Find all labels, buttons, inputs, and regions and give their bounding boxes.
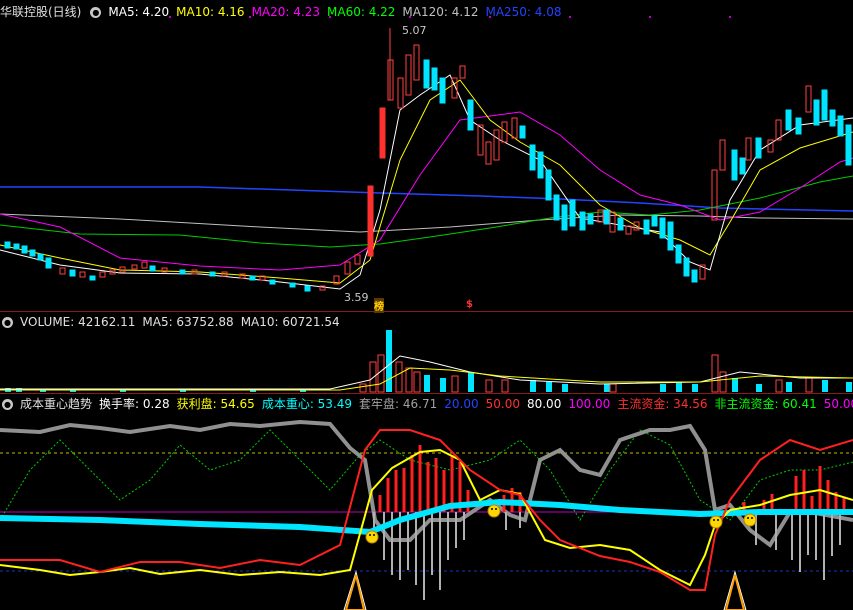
- indicator-label: 80.00: [526, 397, 562, 411]
- ma20-line: [0, 111, 853, 271]
- ma-label: MA10: 4.16: [176, 5, 245, 19]
- info-icon[interactable]: ●: [90, 7, 102, 18]
- indicator-label: 套牢盘: 46.71: [359, 397, 438, 411]
- indicator-chart: [0, 419, 853, 610]
- stock-title: 华联控股(日线): [0, 5, 82, 19]
- candles-rally: [367, 28, 852, 283]
- price-chart[interactable]: [0, 0, 853, 610]
- ma-label: MA250: 4.08: [485, 5, 562, 19]
- ma-label: MA5: 4.20: [108, 5, 170, 19]
- info-icon[interactable]: ●: [2, 317, 13, 328]
- indicator-label: 主流资金: 34.56: [617, 397, 708, 411]
- volume-bars: [0, 330, 853, 393]
- volume-header: ● VOLUME: 42162.11 MA5: 63752.88 MA10: 6072…: [0, 314, 347, 330]
- volume-ma-label: MA5: 63752.88: [142, 315, 234, 329]
- candles: [4, 241, 361, 292]
- grey-hist-bars: [373, 512, 841, 600]
- indicator-label: 成本重心趋势: [20, 397, 93, 411]
- indicator-label: 50.00: [823, 397, 853, 411]
- indicator-label: 成本重心: 53.49: [261, 397, 353, 411]
- info-icon[interactable]: ●: [2, 399, 13, 410]
- indicator-label: 换手率: 0.28: [99, 397, 170, 411]
- ma-label: MA120: 4.12: [402, 5, 479, 19]
- indicator-label: 100.00: [568, 397, 611, 411]
- ma-label: MA20: 4.23: [251, 5, 320, 19]
- volume-label: VOLUME: 42162.11: [20, 315, 136, 329]
- ma10-line: [0, 79, 853, 284]
- indicator-label: 获利盘: 54.65: [176, 397, 255, 411]
- indicator-header: ● 成本重心趋势 换手率: 0.28 获利盘: 54.65 成本重心: 53.49 套牢盘…: [0, 396, 853, 412]
- indicator-label: 20.00: [444, 397, 479, 411]
- ma250-line: [0, 186, 853, 212]
- price-header: 华联控股(日线) ● MA5: 4.20 MA10: 4.16 MA20: 4.23 MA…: [0, 4, 569, 20]
- volume-ma-label: MA10: 60721.54: [240, 315, 340, 329]
- indicator-label: 非主流资金: 60.41: [714, 397, 817, 411]
- indicator-label: 50.00: [485, 397, 520, 411]
- ma-label: MA60: 4.22: [327, 5, 396, 19]
